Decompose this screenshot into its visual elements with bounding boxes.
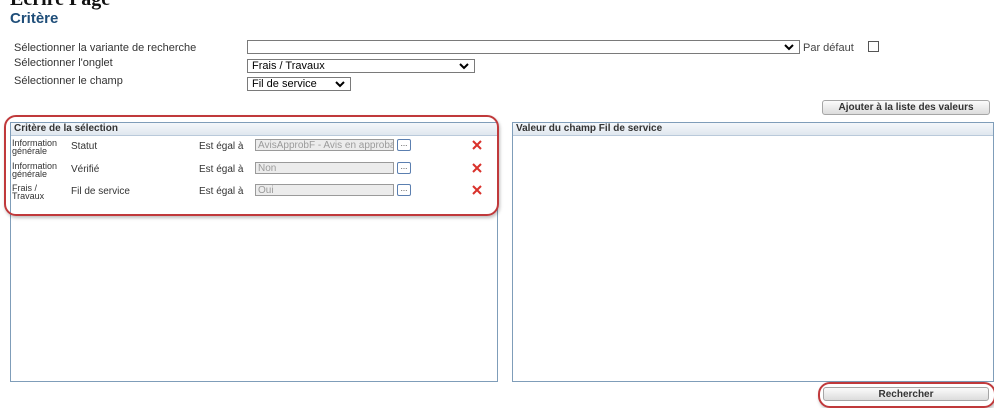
search-highlight-annotation	[818, 382, 994, 408]
field-label: Sélectionner le champ	[14, 75, 123, 87]
value-panel-title: Valeur du champ Fil de service	[513, 123, 993, 136]
criteria-highlight-annotation	[4, 115, 499, 216]
chevron-down-icon	[334, 78, 346, 90]
tab-select-value: Frais / Travaux	[252, 60, 325, 72]
variant-label: Sélectionner la variante de recherche	[14, 42, 197, 54]
default-checkbox[interactable]	[868, 41, 879, 52]
field-select-value: Fil de service	[252, 78, 317, 90]
variant-select[interactable]	[247, 40, 800, 54]
chevron-down-icon	[783, 41, 795, 53]
chevron-down-icon	[458, 60, 470, 72]
tab-select[interactable]: Frais / Travaux	[247, 59, 475, 73]
add-to-list-button[interactable]: Ajouter à la liste des valeurs	[822, 100, 990, 115]
value-panel: Valeur du champ Fil de service	[512, 122, 994, 382]
field-select[interactable]: Fil de service	[247, 77, 351, 91]
section-title: Critère	[10, 10, 59, 27]
default-label: Par défaut	[803, 42, 854, 54]
tab-label: Sélectionner l'onglet	[14, 57, 113, 69]
